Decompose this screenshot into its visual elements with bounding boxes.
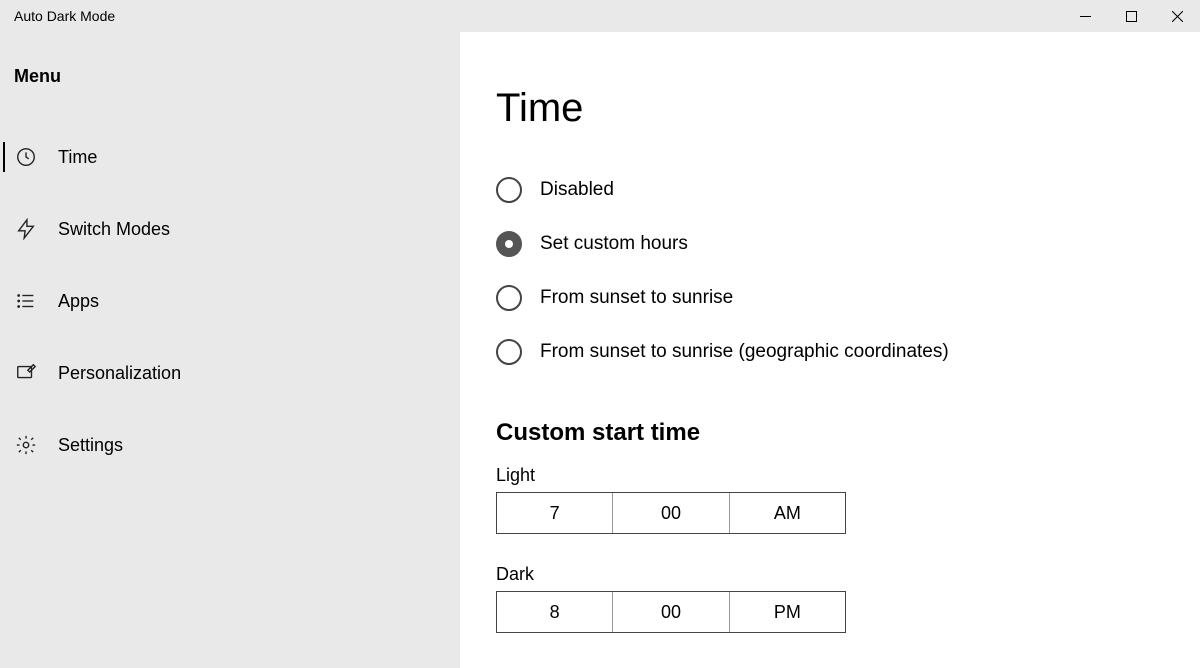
menu-heading: Menu: [0, 66, 460, 87]
main-content: Time Disabled Set custom hours From suns…: [460, 32, 1200, 668]
sidebar-item-label: Time: [58, 147, 97, 168]
dark-time-block: Dark 8 00 PM: [496, 564, 1160, 633]
radio-label: From sunset to sunrise (geographic coord…: [540, 341, 949, 363]
sidebar-item-label: Switch Modes: [58, 219, 170, 240]
minimize-icon: [1080, 11, 1091, 22]
light-hour[interactable]: 7: [497, 493, 613, 533]
close-button[interactable]: [1154, 0, 1200, 32]
time-mode-radio-group: Disabled Set custom hours From sunset to…: [496, 175, 1160, 367]
radio-label: From sunset to sunrise: [540, 287, 733, 309]
sidebar: Menu Time Switch Modes Apps Personalizat…: [0, 32, 460, 668]
lightning-icon: [14, 217, 38, 241]
titlebar: Auto Dark Mode: [0, 0, 1200, 32]
window-title: Auto Dark Mode: [14, 8, 1062, 24]
light-minute[interactable]: 00: [613, 493, 729, 533]
sidebar-item-apps[interactable]: Apps: [0, 275, 460, 327]
sidebar-item-label: Settings: [58, 435, 123, 456]
dark-time-picker[interactable]: 8 00 PM: [496, 591, 846, 633]
radio-set-custom-hours[interactable]: Set custom hours: [496, 229, 1160, 259]
custom-start-time-heading: Custom start time: [496, 419, 1160, 447]
sidebar-item-label: Apps: [58, 291, 99, 312]
light-time-picker[interactable]: 7 00 AM: [496, 492, 846, 534]
radio-sunset-sunrise-geo[interactable]: From sunset to sunrise (geographic coord…: [496, 337, 1160, 367]
radio-icon: [496, 285, 522, 311]
radio-disabled[interactable]: Disabled: [496, 175, 1160, 205]
minimize-button[interactable]: [1062, 0, 1108, 32]
dark-ampm[interactable]: PM: [730, 592, 845, 632]
radio-icon: [496, 231, 522, 257]
maximize-button[interactable]: [1108, 0, 1154, 32]
dark-time-label: Dark: [496, 564, 1160, 585]
light-ampm[interactable]: AM: [730, 493, 845, 533]
radio-label: Set custom hours: [540, 233, 688, 255]
page-title: Time: [496, 86, 1160, 131]
sidebar-item-switch-modes[interactable]: Switch Modes: [0, 203, 460, 255]
sidebar-item-time[interactable]: Time: [0, 131, 460, 183]
light-time-label: Light: [496, 465, 1160, 486]
maximize-icon: [1126, 11, 1137, 22]
sidebar-item-settings[interactable]: Settings: [0, 419, 460, 471]
radio-icon: [496, 339, 522, 365]
close-icon: [1172, 11, 1183, 22]
radio-icon: [496, 177, 522, 203]
light-time-block: Light 7 00 AM: [496, 465, 1160, 534]
sidebar-item-personalization[interactable]: Personalization: [0, 347, 460, 399]
window-controls: [1062, 0, 1200, 32]
clock-icon: [14, 145, 38, 169]
edit-icon: [14, 361, 38, 385]
radio-label: Disabled: [540, 179, 614, 201]
list-icon: [14, 289, 38, 313]
dark-hour[interactable]: 8: [497, 592, 613, 632]
dark-minute[interactable]: 00: [613, 592, 729, 632]
sidebar-item-label: Personalization: [58, 363, 181, 384]
radio-sunset-sunrise[interactable]: From sunset to sunrise: [496, 283, 1160, 313]
gear-icon: [14, 433, 38, 457]
